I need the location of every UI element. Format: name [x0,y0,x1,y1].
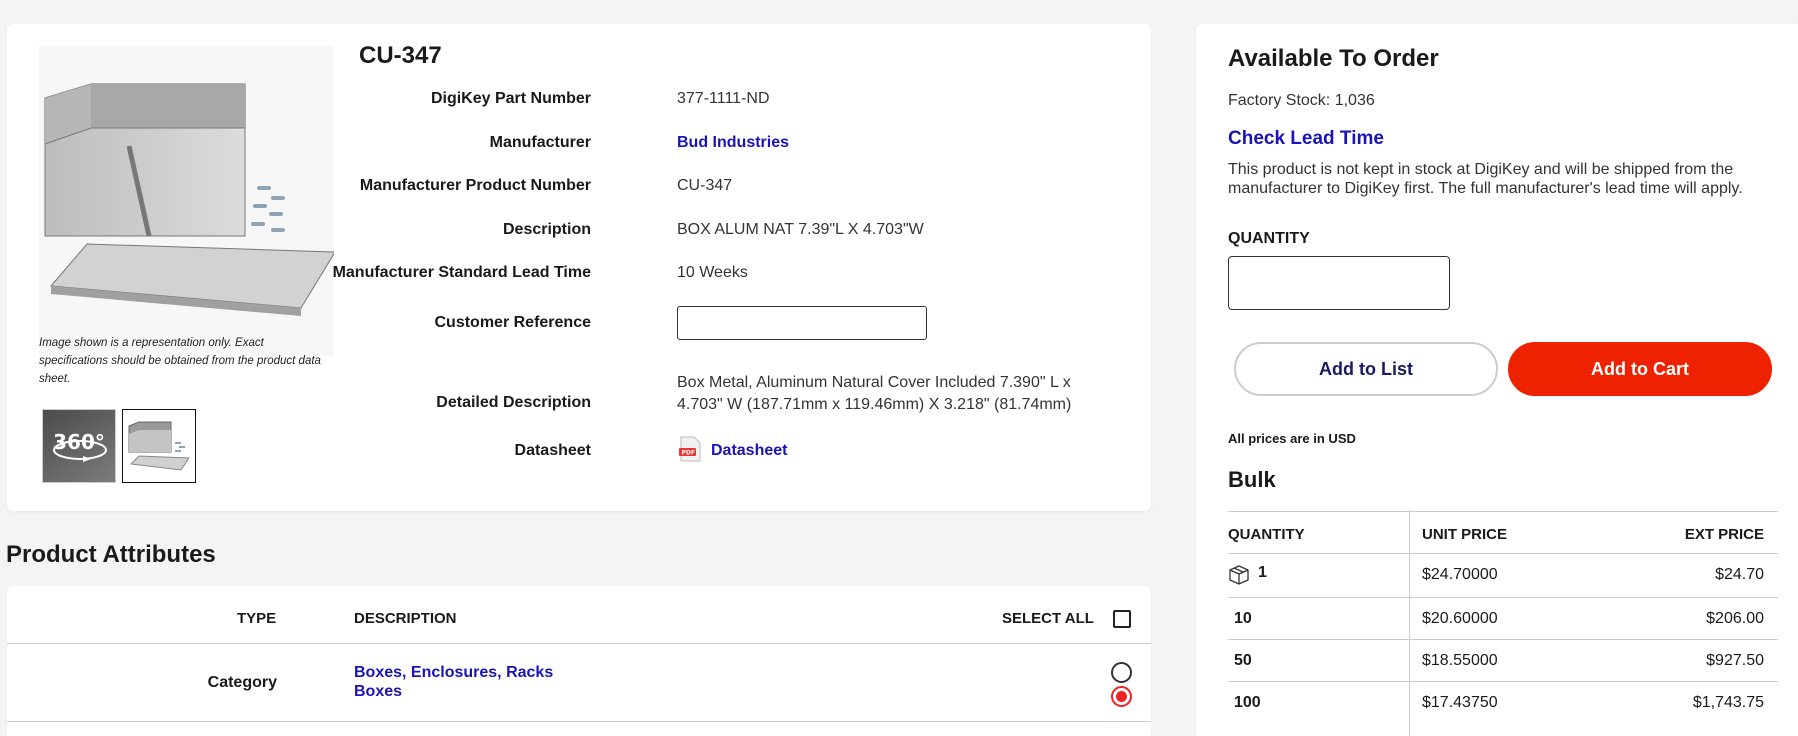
price-ext: $927.50 [1706,652,1764,669]
pdf-icon[interactable]: PDF [679,436,701,462]
price-unit: $18.55000 [1422,652,1498,669]
table-row: 10 $20.60000 $206.00 [1228,597,1778,639]
mpn-value[interactable]: CU-347 [677,175,732,197]
attributes-header: TYPE DESCRIPTION SELECT ALL [7,586,1151,644]
quantity-input[interactable] [1228,256,1450,310]
description-label: Description [502,221,591,238]
category-link-boxes[interactable]: Boxes [354,683,402,701]
column-type-header: TYPE [237,610,277,627]
mpn-label: Manufacturer Product Number [359,177,591,194]
detail-row-digikey-pn: DigiKey Part Number 377-1111-ND [307,88,1127,112]
thumbnail-360-view[interactable]: 360° [42,409,116,483]
price-qty: 10 [1234,610,1252,627]
select-all-label: SELECT ALL [1002,610,1094,627]
product-attributes-title: Product Attributes [6,541,216,568]
enclosure-image [44,83,336,316]
detailed-description-value[interactable]: Box Metal, Aluminum Natural Cover Includ… [677,372,1107,416]
add-to-list-button[interactable]: Add to List [1234,342,1498,396]
price-table-header: QUANTITY UNIT PRICE EXT PRICE [1228,511,1778,553]
package-icon [1229,565,1249,585]
description-value[interactable]: BOX ALUM NAT 7.39"L X 4.703"W [677,219,924,241]
quantity-column-header: QUANTITY [1228,526,1305,543]
price-ext: $206.00 [1706,610,1764,627]
price-qty: 100 [1234,694,1261,711]
digikey-pn-value[interactable]: 377-1111-ND [677,88,770,110]
price-unit: $17.43750 [1422,694,1498,711]
detailed-description-label: Detailed Description [436,394,591,411]
packaging-title: Bulk [1228,467,1276,492]
thumbnail-360-label: 360° [53,430,105,454]
svg-text:PDF: PDF [682,450,695,457]
availability-title: Available To Order [1228,45,1439,72]
detail-row-manufacturer: Manufacturer Bud Industries [307,132,1127,156]
order-panel: Available To Order Factory Stock: 1,036 … [1196,24,1798,736]
radio-boxes-enclosures-racks[interactable] [1111,662,1132,683]
attribute-type-category: Category [207,674,277,691]
price-table: QUANTITY UNIT PRICE EXT PRICE 1 $24.7000… [1228,511,1778,723]
digikey-pn-label: DigiKey Part Number [430,90,591,107]
datasheet-label: Datasheet [514,442,591,459]
price-ext: $24.70 [1715,566,1764,583]
detail-row-customer-reference: Customer Reference [307,306,1127,340]
enclosure-thumbnail-image [128,421,190,471]
check-lead-time-link[interactable]: Check Lead Time [1228,128,1384,150]
thumbnail-product[interactable] [122,409,196,483]
factory-stock: Factory Stock: 1,036 [1228,92,1375,109]
image-disclaimer: Image shown is a representation only. Ex… [39,337,321,385]
lead-time-note: This product is not kept in stock at Dig… [1228,161,1743,197]
detail-row-description: Description BOX ALUM NAT 7.39"L X 4.703"… [307,219,1127,243]
radio-boxes[interactable] [1111,686,1132,707]
category-link-boxes-enclosures-racks[interactable]: Boxes, Enclosures, Racks [354,664,553,682]
quantity-label: QUANTITY [1228,230,1310,247]
add-to-cart-button[interactable]: Add to Cart [1508,342,1772,396]
price-qty: 50 [1234,652,1252,669]
table-row: 100 $17.43750 $1,743.75 [1228,681,1778,723]
ext-price-column-header: EXT PRICE [1684,526,1764,543]
price-unit: $24.70000 [1422,566,1498,583]
lead-time-label: Manufacturer Standard Lead Time [332,264,591,281]
manufacturer-link[interactable]: Bud Industries [677,132,789,154]
table-row: Category Boxes, Enclosures, Racks Boxes [7,644,1151,722]
price-ext: $1,743.75 [1692,694,1764,711]
lead-time-value: 10 Weeks [677,264,748,281]
datasheet-link[interactable]: Datasheet [711,440,787,462]
select-all-checkbox[interactable] [1113,610,1131,628]
table-row: 50 $18.55000 $927.50 [1228,639,1778,681]
price-qty: 1 [1258,564,1267,581]
manufacturer-label: Manufacturer [489,134,591,151]
price-table-divider [1409,510,1410,736]
column-description-header: DESCRIPTION [354,610,457,627]
page-title: CU-347 [359,42,442,69]
table-row: 1 $24.70000 $24.70 [1228,553,1778,597]
customer-reference-label: Customer Reference [434,314,592,331]
price-unit: $20.60000 [1422,610,1498,627]
customer-reference-input[interactable] [677,306,927,340]
product-attributes-table: TYPE DESCRIPTION SELECT ALL Category Box… [7,586,1151,736]
product-card: Image shown is a representation only. Ex… [7,24,1151,511]
detail-row-mpn: Manufacturer Product Number CU-347 [307,175,1127,199]
product-image[interactable] [39,46,336,356]
detail-row-detailed-description: Detailed Description Box Metal, Aluminum… [307,374,1127,416]
unit-price-column-header: UNIT PRICE [1422,526,1508,543]
currency-note: All prices are in USD [1228,431,1356,446]
detail-row-lead-time: Manufacturer Standard Lead Time 10 Weeks [307,262,1127,286]
detail-row-datasheet: Datasheet PDF Datasheet [307,436,1127,464]
